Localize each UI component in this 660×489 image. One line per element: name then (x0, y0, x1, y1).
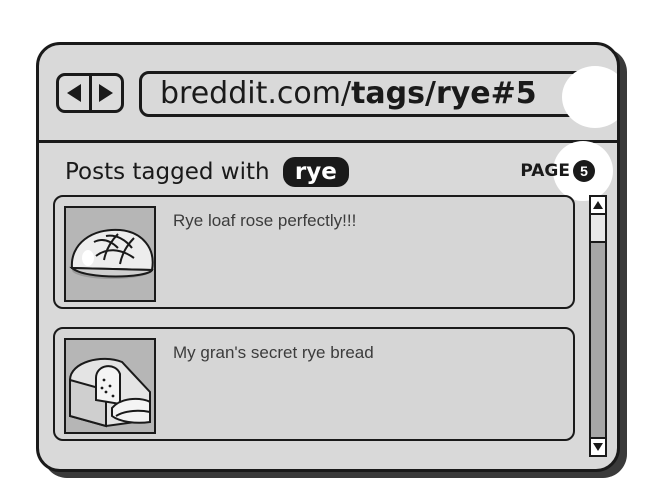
scrollbar-thumb[interactable] (591, 215, 605, 243)
nav-buttons (56, 73, 124, 113)
page-header: Posts tagged with rye PAGE 5 (65, 141, 617, 201)
url-domain: breddit.com/ (160, 76, 352, 111)
post-card[interactable]: My gran's secret rye bread (53, 327, 575, 441)
triangle-up-icon (593, 201, 603, 209)
forward-button[interactable] (88, 76, 122, 110)
url-path: tags/rye (351, 76, 491, 111)
scroll-up-button[interactable] (591, 197, 605, 215)
browser-toolbar: breddit.com/tags/rye#5 (39, 45, 617, 143)
triangle-down-icon (593, 443, 603, 451)
post-title[interactable]: My gran's secret rye bread (173, 343, 374, 363)
page-title: Posts tagged with rye (65, 157, 349, 187)
title-prefix: Posts tagged with (65, 159, 270, 185)
page-indicator: PAGE 5 (520, 141, 613, 201)
browser-window: breddit.com/tags/rye#5 Posts tagged with… (36, 42, 620, 472)
tag-pill[interactable]: rye (282, 157, 349, 187)
anchor-highlight (562, 66, 617, 128)
triangle-left-icon (66, 84, 81, 102)
post-card[interactable]: Rye loaf rose perfectly!!! (53, 195, 575, 309)
scroll-down-button[interactable] (591, 437, 605, 455)
back-button[interactable] (59, 76, 89, 110)
round-rye-loaf-image (64, 206, 156, 302)
url-anchor: #5 (490, 76, 537, 111)
address-bar[interactable]: breddit.com/tags/rye#5 (139, 66, 617, 128)
post-title[interactable]: Rye loaf rose perfectly!!! (173, 211, 356, 231)
triangle-right-icon (99, 84, 114, 102)
page-label: PAGE (520, 161, 570, 181)
page-number-badge[interactable]: 5 (573, 160, 595, 182)
vertical-scrollbar[interactable] (589, 195, 607, 457)
sliced-rye-loaf-image (64, 338, 156, 434)
